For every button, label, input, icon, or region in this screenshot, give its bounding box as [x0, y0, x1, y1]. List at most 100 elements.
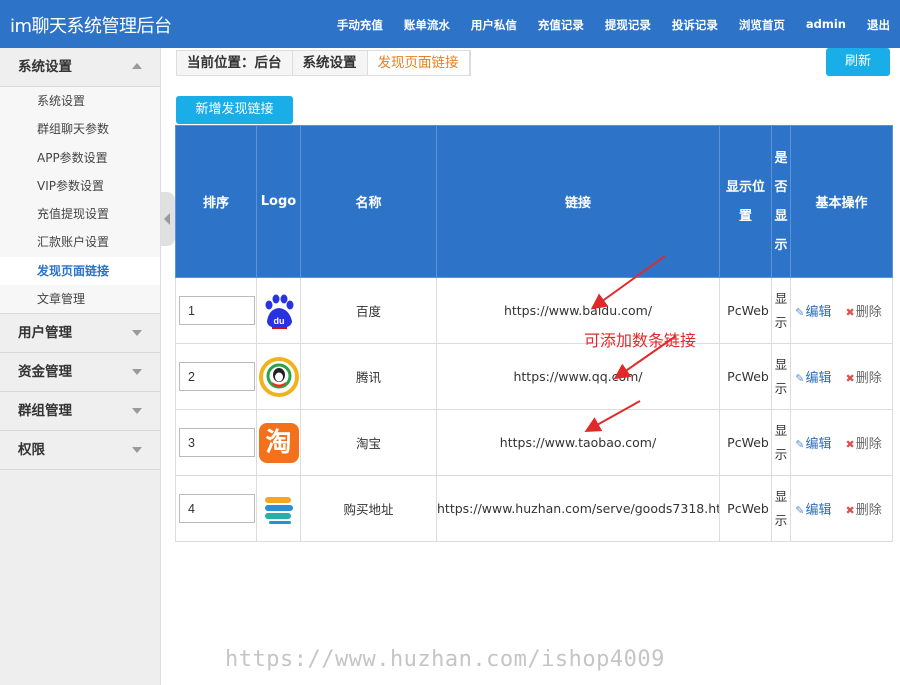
discover-links-table: 排序 Logo 名称 链接 显示位 置 是 否 显 示 基本操作 1 du 百度… — [175, 125, 893, 542]
taobao-logo-icon: 淘 — [258, 422, 299, 463]
edit-label: 编辑 — [805, 305, 832, 320]
visible-cell: 显 示 — [771, 343, 791, 410]
sidebar-group-label: 系统设置 — [18, 59, 72, 75]
nav-user-messages[interactable]: 用户私信 — [471, 17, 517, 33]
sidebar-item-group-chat-params[interactable]: 群组聊天参数 — [0, 115, 160, 143]
name-cell: 淘宝 — [300, 409, 437, 476]
logo-cell: du — [256, 277, 301, 344]
sidebar-submenu: 系统设置 群组聊天参数 APP参数设置 VIP参数设置 充值提现设置 汇款账户设… — [0, 87, 160, 315]
visible-text: 示 — [774, 380, 788, 396]
close-icon: ✖ — [845, 372, 855, 385]
chevron-up-icon — [132, 63, 142, 69]
pencil-icon: ✎ — [795, 438, 805, 451]
column-header-name: 名称 — [300, 125, 437, 278]
sidebar-item-articles[interactable]: 文章管理 — [0, 285, 160, 313]
link-cell: https://www.qq.com/ — [436, 343, 720, 410]
delete-button[interactable]: ✖删除 — [845, 437, 881, 452]
ops-cell: ✎编辑 ✖删除 — [790, 475, 893, 542]
header-text: 示 — [774, 237, 788, 253]
sidebar-collapse-handle[interactable] — [161, 192, 175, 246]
visible-cell: 显 示 — [771, 277, 791, 344]
annotation-text: 可添加数条链接 — [584, 331, 697, 350]
table-row: 购买地址 https://www.huzhan.com/serve/goods7… — [175, 475, 893, 542]
edit-button[interactable]: ✎编辑 — [795, 305, 831, 320]
breadcrumb-section[interactable]: 系统设置 — [293, 51, 368, 75]
column-header-position: 显示位 置 — [719, 125, 772, 278]
edit-button[interactable]: ✎编辑 — [795, 437, 831, 452]
name-cell: 百度 — [300, 277, 437, 344]
edit-button[interactable]: ✎编辑 — [795, 503, 831, 518]
delete-button[interactable]: ✖删除 — [845, 305, 881, 320]
name-cell: 购买地址 — [300, 475, 437, 542]
header-text: 显 — [774, 208, 788, 224]
nav-browse-home[interactable]: 浏览首页 — [739, 17, 785, 33]
sidebar-group-label: 用户管理 — [18, 325, 72, 342]
position-cell: PcWeb — [719, 475, 772, 542]
edit-button[interactable]: ✎编辑 — [795, 371, 831, 386]
visible-text: 示 — [774, 314, 788, 330]
nav-admin-user[interactable]: admin — [806, 17, 846, 33]
add-discover-link-button[interactable]: 新增发现链接 — [176, 96, 293, 124]
sidebar-item-app-params[interactable]: APP参数设置 — [0, 144, 160, 172]
pencil-icon: ✎ — [795, 372, 805, 385]
header-text: 置 — [738, 208, 752, 224]
sidebar-item-remit-accounts[interactable]: 汇款账户设置 — [0, 228, 160, 256]
nav-complaint-records[interactable]: 投诉记录 — [672, 17, 718, 33]
column-header-link: 链接 — [436, 125, 720, 278]
refresh-button[interactable]: 刷新 — [826, 48, 890, 76]
table-row: 淘 淘宝 https://www.taobao.com/ PcWeb 显 示 ✎… — [175, 409, 893, 476]
baidu-logo-icon: du — [258, 290, 299, 331]
edit-label: 编辑 — [805, 503, 832, 518]
column-header-sort: 排序 — [175, 125, 257, 278]
sort-order-input[interactable] — [179, 362, 255, 391]
nav-withdraw-records[interactable]: 提现记录 — [605, 17, 651, 33]
column-header-ops: 基本操作 — [790, 125, 893, 278]
breadcrumb-home[interactable]: 当前位置：后台 — [177, 51, 293, 75]
visible-cell: 显 示 — [771, 475, 791, 542]
sort-order-input[interactable] — [179, 494, 255, 523]
sort-cell — [175, 343, 257, 410]
column-header-visible: 是 否 显 示 — [771, 125, 791, 278]
sidebar-item-vip-params[interactable]: VIP参数设置 — [0, 172, 160, 200]
watermark: https://www.huzhan.com/ishop4009 — [225, 647, 665, 672]
ops-cell: ✎编辑 ✖删除 — [790, 277, 893, 344]
header-text: 否 — [774, 179, 788, 195]
visible-text: 显 — [774, 356, 788, 372]
visible-cell: 显 示 — [771, 409, 791, 476]
sidebar-group-group-management[interactable]: 群组管理 — [0, 392, 160, 432]
position-cell: PcWeb — [719, 409, 772, 476]
sidebar-group-user-management[interactable]: 用户管理 — [0, 314, 160, 354]
nav-recharge-records[interactable]: 充值记录 — [538, 17, 584, 33]
sidebar-group-permissions[interactable]: 权限 — [0, 431, 160, 471]
visible-text: 显 — [774, 422, 788, 438]
logo-cell — [256, 475, 301, 542]
delete-button[interactable]: ✖删除 — [845, 503, 881, 518]
nav-logout[interactable]: 退出 — [867, 17, 890, 33]
logo-cell — [256, 343, 301, 410]
top-nav: 手动充值 账单流水 用户私信 充值记录 提现记录 投诉记录 浏览首页 admin… — [316, 17, 890, 33]
sidebar-group-system-settings[interactable]: 系统设置 — [0, 48, 160, 87]
close-icon: ✖ — [845, 438, 855, 451]
sidebar-group-label: 群组管理 — [18, 403, 72, 420]
chevron-down-icon — [132, 408, 142, 415]
delete-button[interactable]: ✖删除 — [845, 371, 881, 386]
huzhan-logo-icon — [258, 488, 299, 529]
chevron-down-icon — [132, 369, 142, 376]
visible-text: 显 — [774, 488, 788, 504]
app-title: im聊天系统管理后台 — [10, 16, 172, 37]
top-bar: im聊天系统管理后台 手动充值 账单流水 用户私信 充值记录 提现记录 投诉记录… — [0, 0, 900, 48]
nav-bill-flow[interactable]: 账单流水 — [404, 17, 450, 33]
header-text: 是 — [774, 150, 788, 166]
sidebar-item-recharge-withdraw[interactable]: 充值提现设置 — [0, 200, 160, 228]
name-cell: 腾讯 — [300, 343, 437, 410]
sort-order-input[interactable] — [179, 296, 255, 325]
sort-cell — [175, 277, 257, 344]
sidebar-item-system-settings[interactable]: 系统设置 — [0, 87, 160, 115]
sidebar-item-discover-links[interactable]: 发现页面链接 — [0, 256, 160, 286]
sidebar-group-funds-management[interactable]: 资金管理 — [0, 353, 160, 393]
visible-text: 示 — [774, 446, 788, 462]
sort-order-input[interactable] — [179, 428, 255, 457]
visible-text: 示 — [774, 512, 788, 528]
nav-manual-recharge[interactable]: 手动充值 — [337, 17, 383, 33]
svg-text:du: du — [273, 316, 284, 326]
